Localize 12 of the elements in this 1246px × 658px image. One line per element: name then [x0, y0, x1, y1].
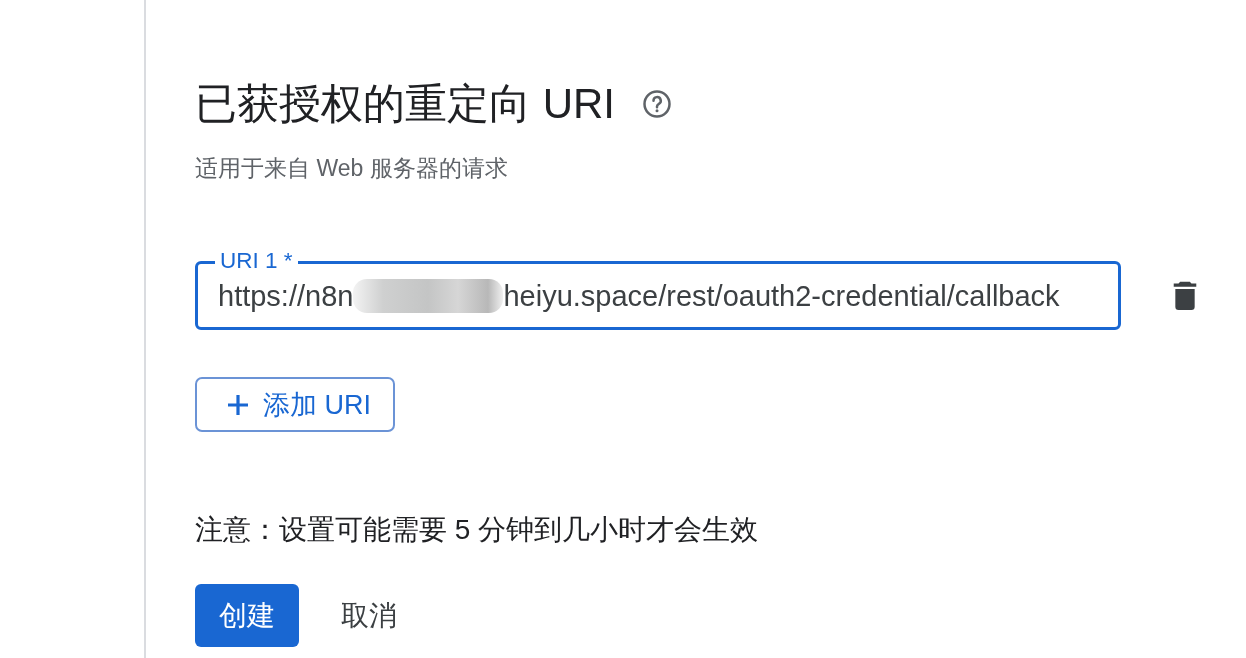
section-title: 已获授权的重定向 URI — [195, 80, 615, 128]
field-value-text: heiyu.space/rest/oauth2-credential/callback — [503, 278, 1060, 314]
section-subtitle: 适用于来自 Web 服务器的请求 — [195, 154, 508, 183]
field-value-text: https://n8n — [218, 278, 354, 314]
add-uri-button[interactable]: 添加 URI — [195, 377, 395, 432]
help-icon[interactable] — [642, 89, 672, 119]
cancel-button[interactable]: 取消 — [327, 584, 411, 647]
plus-icon — [226, 392, 250, 417]
create-button[interactable]: 创建 — [195, 584, 299, 647]
note-text: 注意：设置可能需要 5 分钟到几小时才会生效 — [195, 513, 759, 547]
trash-icon — [1172, 281, 1198, 310]
delete-button[interactable] — [1172, 281, 1198, 310]
